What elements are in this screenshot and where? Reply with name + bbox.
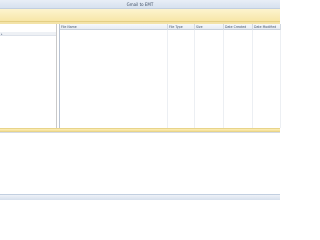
status-bar: [0, 194, 280, 200]
preview-pane[interactable]: [0, 132, 280, 194]
tree-root-row[interactable]: [0, 32, 56, 36]
date-modified-column: [253, 30, 281, 128]
file-type-column: [168, 30, 195, 128]
folder-tree-pane[interactable]: ▸: [0, 24, 57, 128]
file-list-body[interactable]: [60, 30, 281, 128]
expand-arrow-icon[interactable]: ▸: [1, 32, 5, 36]
file-list-pane[interactable]: File Name File Type Size Date Created Da…: [59, 24, 281, 128]
window-title: Gmail to EMT: [126, 2, 154, 7]
window-title-bar: Gmail to EMT: [0, 0, 280, 9]
file-name-column: [60, 30, 168, 128]
size-column: [195, 30, 224, 128]
toolbar: [0, 9, 280, 22]
date-created-column: [224, 30, 253, 128]
